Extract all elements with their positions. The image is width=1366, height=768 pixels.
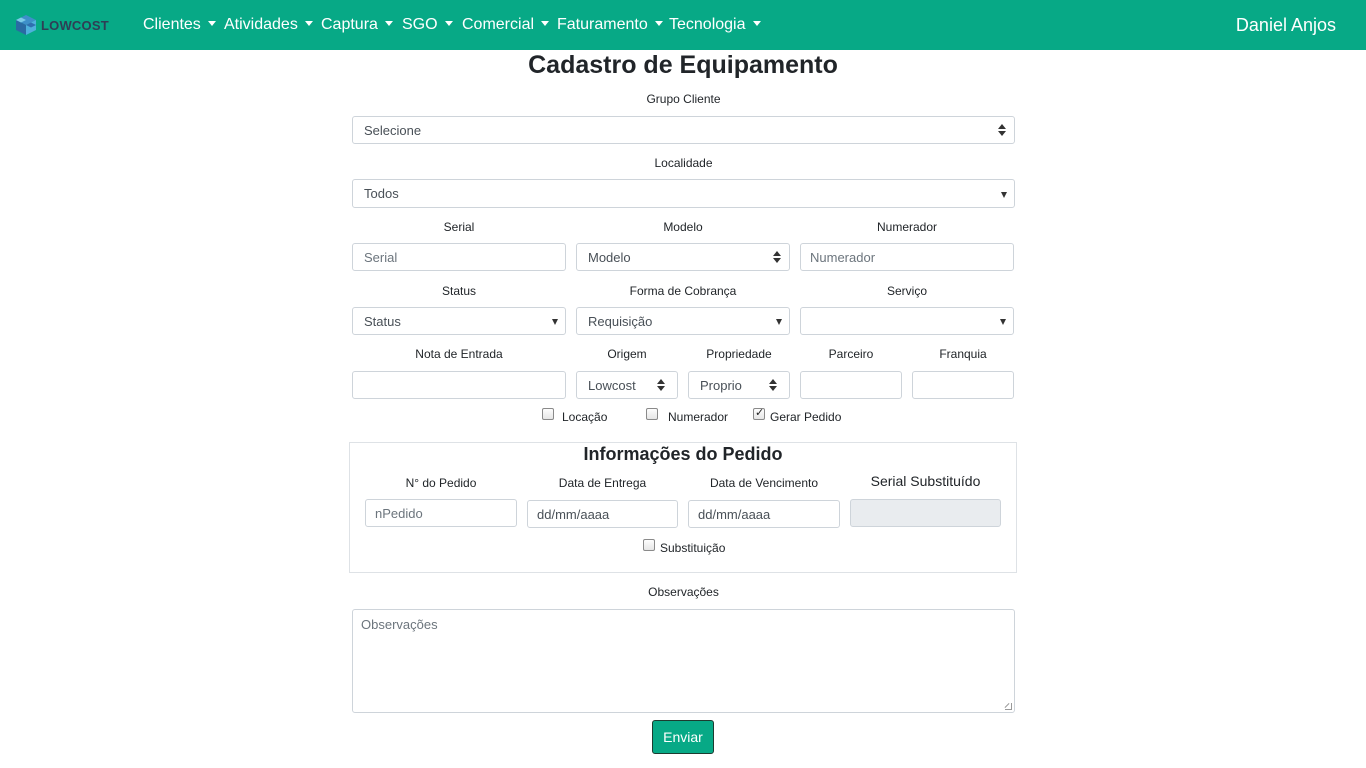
dropdown-arrow-icon (552, 319, 558, 325)
nav-label: SGO (402, 16, 438, 33)
nav-label: Tecnologia (669, 16, 746, 33)
numerador-label: Numerador (876, 220, 938, 234)
nav-captura[interactable]: Captura (321, 16, 393, 34)
enviar-button[interactable]: Enviar (652, 720, 714, 754)
caret-down-icon (384, 21, 393, 26)
caret-down-icon (304, 21, 313, 26)
checkbox-box[interactable] (643, 539, 655, 551)
numerador-input[interactable]: Numerador (800, 243, 1014, 271)
substituicao-checkbox[interactable]: Substituição (643, 539, 726, 555)
dropdown-arrow-icon (1001, 191, 1007, 198)
nota-entrada-label: Nota de Entrada (415, 347, 503, 361)
forma-cobranca-select[interactable]: Requisição (576, 307, 790, 335)
nota-entrada-input[interactable] (352, 371, 566, 399)
dropdown-arrow-icon (1000, 319, 1006, 325)
select-value: Todos (364, 186, 399, 201)
user-menu[interactable]: Daniel Anjos (1236, 15, 1336, 36)
numerador-placeholder: Numerador (810, 249, 876, 265)
checkbox-box-checked[interactable] (753, 406, 765, 420)
nav-label: Faturamento (557, 16, 648, 33)
select-value: Modelo (588, 249, 631, 265)
nav-comercial[interactable]: Comercial (462, 16, 550, 34)
resize-handle-icon[interactable] (1005, 703, 1012, 710)
propriedade-label: Propriedade (706, 347, 772, 361)
franquia-label: Franquia (939, 347, 987, 361)
grupo-cliente-select[interactable]: Selecione (352, 116, 1015, 144)
checkbox-box[interactable] (646, 408, 658, 420)
servico-label: Serviço (886, 284, 927, 298)
status-select[interactable]: Status (352, 307, 566, 335)
caret-down-icon (444, 21, 453, 26)
origem-label: Origem (607, 347, 647, 361)
dropdown-arrow-icon (776, 319, 782, 325)
observacoes-placeholder: Observações (361, 617, 438, 632)
numerador-checkbox[interactable]: Numerador (646, 408, 729, 424)
nav-sgo[interactable]: SGO (402, 16, 453, 34)
locacao-checkbox[interactable]: Locação (542, 408, 608, 424)
gerar-pedido-checkbox[interactable]: Gerar Pedido (753, 406, 842, 424)
data-vencimento-input[interactable]: dd/mm/aaaa (688, 500, 840, 528)
sort-arrows-icon (769, 379, 777, 391)
serial-label: Serial (443, 220, 475, 234)
page-title: Cadastro de Equipamento (528, 51, 838, 79)
checkbox-label: Numerador (668, 410, 729, 424)
sort-arrows-icon (998, 124, 1006, 136)
nav-label: Atividades (224, 16, 298, 33)
top-navbar: LOWCOST Clientes Atividades Captura SGO … (0, 0, 1366, 50)
serial-placeholder: Serial (364, 249, 398, 265)
grupo-cliente-label: Grupo Cliente (646, 92, 721, 106)
data-vencimento-label: Data de Vencimento (709, 476, 819, 490)
observacoes-label: Observações (648, 585, 719, 599)
modelo-select[interactable]: Modelo (576, 243, 790, 271)
date-value: dd/mm/aaaa (698, 506, 771, 522)
parceiro-input[interactable] (800, 371, 902, 399)
caret-down-icon (654, 21, 663, 26)
forma-cobranca-label: Forma de Cobrança (629, 284, 737, 298)
checkbox-label: Locação (562, 410, 608, 424)
caret-down-icon (752, 21, 761, 26)
checkbox-label: Substituição (660, 541, 726, 555)
logo-text: LOWCOST (41, 17, 109, 33)
localidade-select[interactable]: Todos (352, 179, 1015, 208)
data-entrega-label: Data de Entrega (558, 476, 647, 490)
nav-faturamento[interactable]: Faturamento (557, 16, 663, 34)
cube-logo-icon (16, 15, 36, 35)
data-entrega-input[interactable]: dd/mm/aaaa (527, 500, 678, 528)
checkbox-label: Gerar Pedido (770, 410, 842, 424)
nav-label: Captura (321, 16, 378, 33)
nav-atividades[interactable]: Atividades (224, 16, 313, 34)
n-pedido-input[interactable]: nPedido (365, 499, 517, 527)
nav-label: Clientes (143, 16, 201, 33)
caret-down-icon (207, 21, 216, 26)
caret-down-icon (541, 21, 550, 26)
nav-clientes[interactable]: Clientes (143, 16, 216, 34)
n-pedido-label: N° do Pedido (405, 476, 477, 490)
serial-substituido-input (850, 499, 1001, 527)
sort-arrows-icon (657, 379, 665, 391)
sort-arrows-icon (773, 251, 781, 263)
pedido-panel-title: Informações do Pedido (583, 444, 783, 464)
franquia-input[interactable] (912, 371, 1014, 399)
nav-label: Comercial (462, 16, 535, 33)
date-value: dd/mm/aaaa (537, 506, 610, 522)
servico-select[interactable] (800, 307, 1014, 335)
checkbox-box[interactable] (542, 408, 554, 420)
propriedade-select[interactable]: Proprio (688, 371, 790, 399)
select-value: Requisição (588, 313, 653, 329)
origem-select[interactable]: Lowcost (576, 371, 678, 399)
status-label: Status (441, 284, 477, 298)
serial-input[interactable]: Serial (352, 243, 566, 271)
select-value: Status (364, 313, 401, 329)
observacoes-textarea[interactable]: Observações (352, 609, 1015, 713)
parceiro-label: Parceiro (828, 347, 874, 361)
nav-tecnologia[interactable]: Tecnologia (669, 16, 761, 34)
modelo-label: Modelo (663, 220, 703, 234)
brand-logo[interactable]: LOWCOST (14, 14, 109, 36)
localidade-label: Localidade (654, 156, 713, 170)
select-value: Selecione (364, 122, 422, 138)
serial-substituido-label: Serial Substituído (870, 473, 981, 489)
n-pedido-placeholder: nPedido (375, 505, 423, 521)
